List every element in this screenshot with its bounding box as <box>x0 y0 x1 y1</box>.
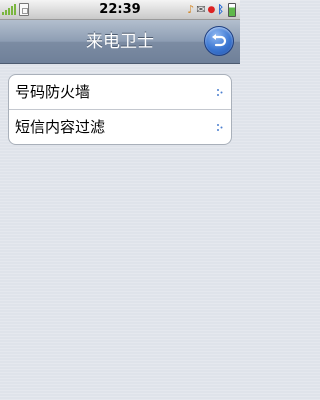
chevron-right-icon <box>217 124 223 131</box>
alert-icon: ● <box>207 5 216 15</box>
status-bar: 22:39 ♪ ✉ ● ᛒ <box>0 0 240 20</box>
menu-item-label: 号码防火墙 <box>15 83 91 101</box>
status-icons: ♪ ✉ ● ᛒ <box>187 2 236 18</box>
chevron-right-icon <box>217 89 223 96</box>
mail-icon: ✉ <box>196 3 206 16</box>
bluetooth-icon: ᛒ <box>217 3 224 16</box>
back-button[interactable] <box>204 26 234 56</box>
title-bar: 来电卫士 <box>0 20 240 64</box>
battery-icon <box>228 3 236 17</box>
menu-group: 号码防火墙 短信内容过滤 <box>8 74 232 145</box>
menu-item-sms-filter[interactable]: 短信内容过滤 <box>9 109 231 144</box>
menu-item-number-firewall[interactable]: 号码防火墙 <box>9 75 231 109</box>
menu-item-label: 短信内容过滤 <box>15 118 106 136</box>
back-arrow-icon <box>212 34 227 47</box>
music-note-icon: ♪ <box>187 3 195 16</box>
